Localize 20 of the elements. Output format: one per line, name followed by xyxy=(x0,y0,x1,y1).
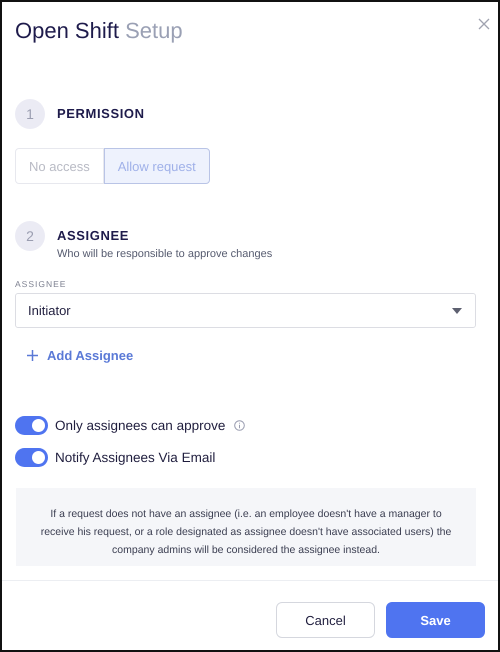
add-assignee-button[interactable]: Add Assignee xyxy=(27,348,134,363)
info-note: If a request does not have an assignee (i.e. an employee doesn't have a manager to receive his request, or a role designated as assignee doesn't have associated users) the company admins will be considered the assignee instead. xyxy=(16,488,476,566)
toggle-label: Notify Assignees Via Email xyxy=(55,450,216,465)
toggle-label: Only assignees can approve xyxy=(55,418,226,433)
dialog-title: Open Shift Setup xyxy=(15,18,184,44)
cancel-button[interactable]: Cancel xyxy=(276,602,375,638)
step-subtitle: Who will be responsible to approve changes xyxy=(57,248,272,260)
toggle-switch[interactable] xyxy=(15,416,48,435)
step-title: ASSIGNEE xyxy=(57,228,130,243)
caret-icon xyxy=(452,308,462,314)
close-icon[interactable] xyxy=(478,18,490,30)
plus-icon xyxy=(27,350,38,361)
toggle-switch[interactable] xyxy=(15,448,48,467)
step-title: PERMISSION xyxy=(57,106,145,121)
info-icon[interactable] xyxy=(234,420,246,431)
assignee-dropdown[interactable]: Initiator xyxy=(15,293,476,328)
save-button[interactable]: Save xyxy=(386,602,485,638)
field-label: ASSIGNEE xyxy=(15,279,68,289)
step-number: 2 xyxy=(15,221,45,251)
step-number: 1 xyxy=(15,99,45,129)
